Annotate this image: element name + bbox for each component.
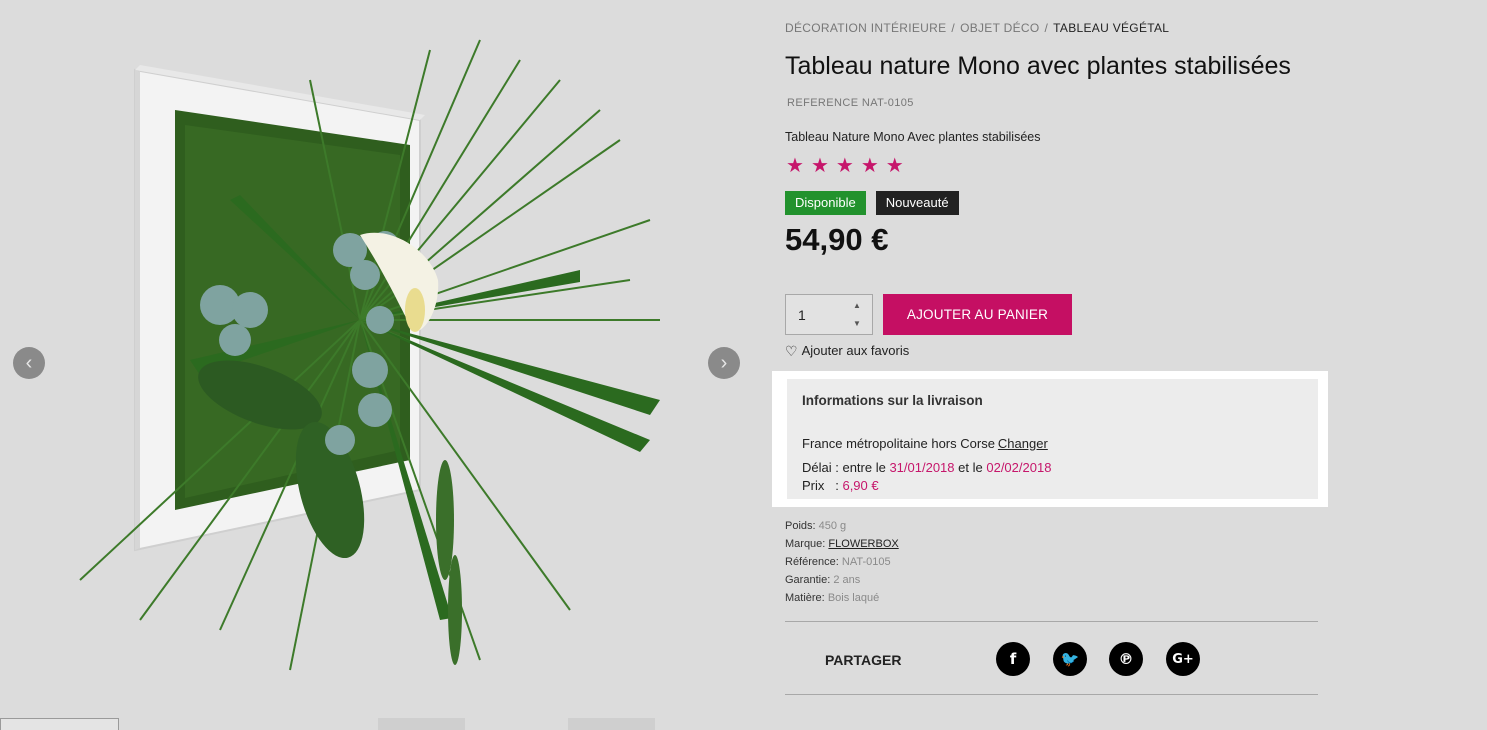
spec-brand: Marque: FLOWERBOX bbox=[785, 535, 899, 553]
google-plus-icon[interactable]: G+ bbox=[1166, 642, 1200, 676]
delivery-box: Informations sur la livraison France mét… bbox=[787, 379, 1318, 499]
add-to-cart-button[interactable]: AJOUTER AU PANIER bbox=[883, 294, 1072, 335]
delivery-date-to: 02/02/2018 bbox=[986, 460, 1052, 475]
spec-value: 450 g bbox=[818, 520, 847, 532]
delivery-delay-prefix: Délai : entre le bbox=[802, 460, 886, 475]
breadcrumb: DÉCORATION INTÉRIEURE / OBJET DÉCO / TABLEAU… bbox=[785, 21, 1169, 35]
product-badges: Disponible Nouveauté bbox=[785, 191, 959, 215]
spec-weight: Poids: 450 g bbox=[785, 517, 899, 535]
spec-label: Matière: bbox=[785, 592, 825, 604]
quantity-stepper: ▲ ▼ bbox=[785, 294, 873, 335]
add-to-favorites-label: Ajouter aux favoris bbox=[801, 343, 910, 358]
twitter-icon[interactable]: 🐦 bbox=[1053, 642, 1087, 676]
rating-stars: ★ ★ ★ ★ ★ bbox=[786, 154, 904, 178]
product-reference: REFERENCE NAT-0105 bbox=[787, 97, 914, 109]
availability-badge: Disponible bbox=[785, 191, 866, 215]
breadcrumb-current: TABLEAU VÉGÉTAL bbox=[1053, 21, 1170, 35]
heart-icon: ♡ bbox=[785, 342, 798, 359]
share-bar: PARTAGER f 🐦 ℗ G+ bbox=[785, 621, 1318, 695]
star-icon: ★ bbox=[786, 155, 804, 177]
pinterest-icon[interactable]: ℗ bbox=[1109, 642, 1143, 676]
chevron-left-icon: ‹ bbox=[25, 352, 33, 374]
chevron-right-icon: › bbox=[720, 352, 728, 374]
product-specs: Poids: 450 g Marque: FLOWERBOX Référence… bbox=[785, 517, 899, 607]
star-icon: ★ bbox=[885, 155, 904, 177]
gallery-thumbnails bbox=[0, 718, 760, 730]
delivery-region: France métropolitaine hors Corse Changer bbox=[802, 436, 1048, 451]
product-short-description: Tableau Nature Mono Avec plantes stabili… bbox=[785, 130, 1041, 144]
spec-material: Matière: Bois laqué bbox=[785, 589, 899, 607]
brand-link[interactable]: FLOWERBOX bbox=[828, 538, 898, 550]
spec-label: Référence: bbox=[785, 556, 839, 568]
delivery-price-value: 6,90 € bbox=[842, 478, 879, 493]
product-gallery: ‹ › bbox=[0, 0, 760, 730]
gallery-next-button[interactable]: › bbox=[708, 347, 740, 379]
product-title: Tableau nature Mono avec plantes stabili… bbox=[785, 52, 1291, 80]
delivery-region-text: France métropolitaine hors Corse bbox=[802, 436, 995, 451]
gallery-thumbnail[interactable] bbox=[568, 718, 655, 730]
spec-value: NAT-0105 bbox=[841, 556, 891, 568]
product-info: DÉCORATION INTÉRIEURE / OBJET DÉCO / TABLEAU… bbox=[772, 0, 1345, 730]
share-label: PARTAGER bbox=[825, 652, 902, 668]
delivery-panel: Informations sur la livraison France mét… bbox=[772, 371, 1328, 507]
breadcrumb-link[interactable]: OBJET DÉCO bbox=[960, 21, 1039, 35]
gallery-thumbnail[interactable] bbox=[215, 718, 285, 730]
delivery-delay-mid: et le bbox=[958, 460, 983, 475]
star-icon: ★ bbox=[810, 155, 829, 177]
delivery-delay: Délai : entre le 31/01/2018 et le 02/02/… bbox=[802, 460, 1051, 475]
spec-value: Bois laqué bbox=[827, 592, 880, 604]
breadcrumb-separator: / bbox=[1044, 21, 1049, 35]
breadcrumb-separator: / bbox=[951, 21, 956, 35]
spec-label: Garantie: bbox=[785, 574, 831, 586]
delivery-price-label: Prix : bbox=[802, 478, 839, 493]
delivery-title: Informations sur la livraison bbox=[802, 393, 983, 408]
spec-reference: Référence: NAT-0105 bbox=[785, 553, 899, 571]
quantity-decrease-icon[interactable]: ▼ bbox=[842, 314, 872, 333]
quantity-increase-icon[interactable]: ▲ bbox=[842, 296, 872, 315]
change-region-link[interactable]: Changer bbox=[998, 436, 1048, 451]
breadcrumb-link[interactable]: DÉCORATION INTÉRIEURE bbox=[785, 21, 946, 35]
facebook-icon[interactable]: f bbox=[996, 642, 1030, 676]
star-icon: ★ bbox=[835, 155, 854, 177]
spec-value: 2 ans bbox=[833, 574, 861, 586]
delivery-date-from: 31/01/2018 bbox=[889, 460, 955, 475]
add-to-favorites-link[interactable]: ♡ Ajouter aux favoris bbox=[785, 343, 909, 358]
gallery-prev-button[interactable]: ‹ bbox=[13, 347, 45, 379]
spec-label: Marque: bbox=[785, 538, 826, 550]
quantity-input[interactable] bbox=[786, 295, 840, 334]
gallery-thumbnail[interactable] bbox=[378, 718, 465, 730]
product-image bbox=[79, 39, 660, 671]
star-icon: ★ bbox=[860, 155, 879, 177]
product-price: 54,90 € bbox=[785, 222, 889, 257]
delivery-price: Prix : 6,90 € bbox=[802, 478, 879, 493]
spec-label: Poids: bbox=[785, 520, 816, 532]
gallery-thumbnail[interactable] bbox=[0, 718, 119, 730]
spec-warranty: Garantie: 2 ans bbox=[785, 571, 899, 589]
new-badge: Nouveauté bbox=[875, 191, 959, 215]
